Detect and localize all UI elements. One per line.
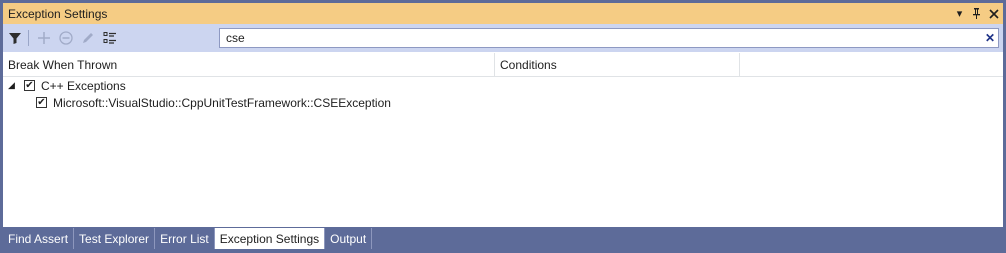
tool-window-tabs: Find Assert Test Explorer Error List Exc… — [3, 228, 373, 249]
add-icon[interactable] — [34, 27, 54, 49]
tab-find-assert[interactable]: Find Assert — [3, 228, 75, 249]
tree-row-label: C++ Exceptions — [41, 78, 126, 93]
clear-search-icon[interactable]: ✕ — [982, 31, 998, 45]
remove-icon[interactable] — [56, 27, 76, 49]
list-options-icon[interactable] — [100, 27, 120, 49]
window-title: Exception Settings — [8, 6, 108, 21]
edit-icon[interactable] — [78, 27, 98, 49]
collapse-arrow-icon[interactable]: ◢ — [8, 80, 18, 91]
toolbar-separator — [28, 30, 29, 46]
search-input[interactable] — [220, 29, 982, 47]
column-break-when-thrown[interactable]: Break When Thrown — [3, 53, 495, 76]
tab-output[interactable]: Output — [325, 228, 373, 249]
exception-settings-panel: Exception Settings ▾ ✕ Break Wh — [3, 3, 1003, 227]
tree-row-label: Microsoft::VisualStudio::CppUnitTestFram… — [53, 95, 391, 110]
exception-tree: ◢ ✔ C++ Exceptions ✔ Microsoft::VisualSt… — [3, 77, 1003, 111]
tree-row-cseexception[interactable]: ✔ Microsoft::VisualStudio::CppUnitTestFr… — [3, 94, 1003, 111]
pin-icon[interactable] — [969, 5, 984, 23]
toolbar: ✕ — [3, 24, 1003, 52]
close-icon[interactable] — [986, 5, 1001, 23]
tab-exception-settings[interactable]: Exception Settings — [214, 228, 326, 249]
dropdown-icon[interactable]: ▾ — [952, 5, 967, 23]
filter-icon[interactable] — [5, 27, 25, 49]
tab-test-explorer[interactable]: Test Explorer — [74, 228, 156, 249]
checkbox-cpp-exceptions[interactable]: ✔ — [24, 80, 35, 91]
column-conditions[interactable]: Conditions — [495, 53, 740, 76]
tab-error-list[interactable]: Error List — [155, 228, 215, 249]
title-bar: Exception Settings ▾ — [3, 3, 1003, 24]
tree-row-cpp-exceptions[interactable]: ◢ ✔ C++ Exceptions — [3, 77, 1003, 94]
column-header: Break When Thrown Conditions — [3, 53, 1003, 77]
checkbox-cseexception[interactable]: ✔ — [36, 97, 47, 108]
search-box: ✕ — [219, 28, 999, 48]
